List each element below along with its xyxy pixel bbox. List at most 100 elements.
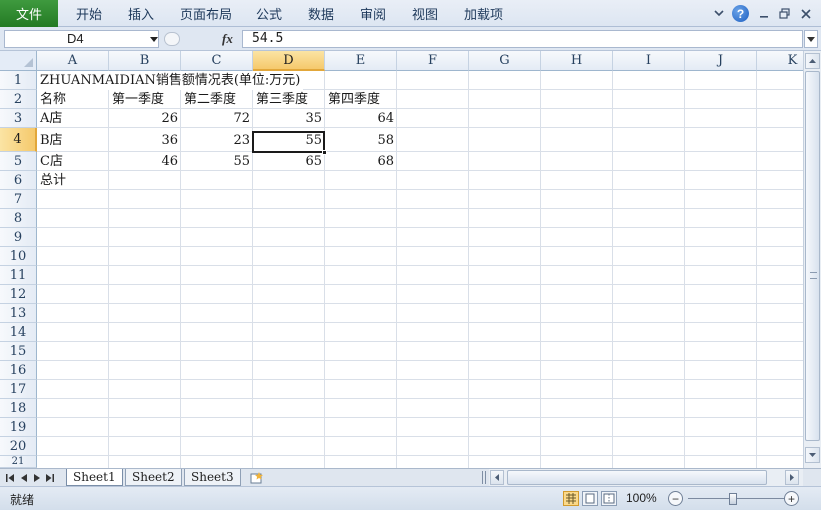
worksheet-grid[interactable]: A B C D E F G H I J K 1 2 3 4 5 6 7 8 9 … — [0, 51, 803, 468]
last-sheet-icon[interactable] — [43, 471, 56, 484]
cell-c3[interactable]: 72 — [181, 109, 253, 128]
cell-b5[interactable]: 46 — [109, 152, 181, 171]
scroll-left-arrow-icon[interactable] — [490, 470, 504, 485]
help-icon[interactable]: ? — [732, 5, 749, 22]
tab-page-layout[interactable]: 页面布局 — [180, 0, 232, 27]
tab-review[interactable]: 审阅 — [360, 0, 386, 27]
tab-insert[interactable]: 插入 — [128, 0, 154, 27]
zoom-slider-thumb[interactable] — [729, 493, 737, 505]
zoom-in-icon[interactable]: + — [784, 491, 799, 506]
row-header-9[interactable]: 9 — [0, 228, 37, 247]
cell-b2[interactable]: 第一季度 — [109, 90, 181, 109]
row-header-11[interactable]: 11 — [0, 266, 37, 285]
scroll-up-arrow-icon[interactable] — [805, 53, 820, 69]
row-header-18[interactable]: 18 — [0, 399, 37, 418]
cell-b4[interactable]: 36 — [109, 131, 181, 150]
column-header-k[interactable]: K — [757, 51, 803, 71]
fill-handle[interactable] — [322, 150, 327, 155]
row-header-8[interactable]: 8 — [0, 209, 37, 228]
next-sheet-icon[interactable] — [30, 471, 43, 484]
row-header-12[interactable]: 12 — [0, 285, 37, 304]
cell-c5[interactable]: 55 — [181, 152, 253, 171]
name-box[interactable]: D4 — [4, 30, 159, 48]
cell-a4[interactable]: B店 — [37, 131, 109, 150]
horizontal-scrollbar[interactable] — [489, 469, 803, 486]
insert-sheet-icon[interactable] — [248, 470, 266, 485]
tab-data[interactable]: 数据 — [308, 0, 334, 27]
window-restore-icon[interactable] — [777, 5, 791, 22]
cell-a3[interactable]: A店 — [37, 109, 109, 128]
normal-view-icon[interactable] — [563, 491, 579, 506]
active-cell-selection[interactable] — [252, 131, 327, 155]
row-header-13[interactable]: 13 — [0, 304, 37, 323]
vertical-scrollbar[interactable] — [803, 51, 821, 468]
column-header-h[interactable]: H — [541, 51, 613, 71]
row-header-7[interactable]: 7 — [0, 190, 37, 209]
tab-split-handle[interactable] — [482, 471, 486, 484]
row-header-3[interactable]: 3 — [0, 109, 37, 128]
row-header-16[interactable]: 16 — [0, 361, 37, 380]
tab-formulas[interactable]: 公式 — [256, 0, 282, 27]
tab-home[interactable]: 开始 — [76, 0, 102, 27]
cell-a5[interactable]: C店 — [37, 152, 109, 171]
sheet-tab-sheet1[interactable]: Sheet1 — [66, 469, 123, 486]
cell-c4[interactable]: 23 — [181, 131, 253, 150]
cell-d5[interactable]: 65 — [253, 152, 325, 171]
column-header-c[interactable]: C — [181, 51, 253, 71]
column-header-j[interactable]: J — [685, 51, 757, 71]
column-header-i[interactable]: I — [613, 51, 685, 71]
row-header-14[interactable]: 14 — [0, 323, 37, 342]
cell-a6[interactable]: 总计 — [37, 171, 109, 190]
zoom-out-icon[interactable]: − — [668, 491, 683, 506]
cell-d2[interactable]: 第三季度 — [253, 90, 325, 109]
row-header-4[interactable]: 4 — [0, 128, 37, 152]
expand-formula-bar-icon[interactable] — [804, 30, 818, 48]
prev-sheet-icon[interactable] — [17, 471, 30, 484]
sheet-tab-sheet3[interactable]: Sheet3 — [184, 469, 241, 486]
cell-a1-title[interactable]: ZHUANMAIDIAN销售额情况表(单位:万元) — [37, 71, 304, 90]
page-break-preview-icon[interactable] — [601, 491, 617, 506]
horizontal-scroll-thumb[interactable] — [507, 470, 767, 485]
row-header-21[interactable]: 21 — [0, 456, 37, 468]
insert-function-icon[interactable]: fx — [222, 31, 233, 47]
name-box-dropdown-icon[interactable] — [150, 37, 158, 42]
cell-d3[interactable]: 35 — [253, 109, 325, 128]
cell-e3[interactable]: 64 — [325, 109, 397, 128]
window-minimize-icon[interactable] — [757, 5, 771, 22]
zoom-level[interactable]: 100% — [626, 491, 657, 505]
cell-e5[interactable]: 68 — [325, 152, 397, 171]
cell-a2[interactable]: 名称 — [37, 90, 109, 109]
page-layout-view-icon[interactable] — [582, 491, 598, 506]
row-header-2[interactable]: 2 — [0, 90, 37, 109]
tab-view[interactable]: 视图 — [412, 0, 438, 27]
first-sheet-icon[interactable] — [4, 471, 17, 484]
row-header-17[interactable]: 17 — [0, 380, 37, 399]
vertical-scroll-thumb[interactable] — [805, 71, 820, 441]
row-header-5[interactable]: 5 — [0, 152, 37, 171]
column-header-g[interactable]: G — [469, 51, 541, 71]
row-header-19[interactable]: 19 — [0, 418, 37, 437]
select-all-corner[interactable] — [0, 51, 37, 71]
row-header-15[interactable]: 15 — [0, 342, 37, 361]
row-header-1[interactable]: 1 — [0, 71, 37, 90]
column-header-a[interactable]: A — [37, 51, 109, 71]
cell-e2[interactable]: 第四季度 — [325, 90, 397, 109]
column-header-d[interactable]: D — [253, 51, 325, 71]
file-tab[interactable]: 文件 — [0, 0, 58, 27]
row-header-10[interactable]: 10 — [0, 247, 37, 266]
row-header-6[interactable]: 6 — [0, 171, 37, 190]
tab-add-ins[interactable]: 加载项 — [464, 0, 503, 27]
column-header-b[interactable]: B — [109, 51, 181, 71]
cell-c2[interactable]: 第二季度 — [181, 90, 253, 109]
formula-input[interactable]: 54.5 — [242, 30, 803, 48]
row-header-20[interactable]: 20 — [0, 437, 37, 456]
scroll-right-arrow-icon[interactable] — [785, 470, 799, 485]
window-close-icon[interactable] — [799, 5, 813, 22]
sheet-tab-sheet2[interactable]: Sheet2 — [125, 469, 182, 486]
column-header-e[interactable]: E — [325, 51, 397, 71]
cell-b3[interactable]: 26 — [109, 109, 181, 128]
cell-e4[interactable]: 58 — [325, 131, 397, 150]
ribbon-minimize-chevron-icon[interactable] — [713, 5, 725, 22]
scroll-down-arrow-icon[interactable] — [805, 447, 820, 463]
column-header-f[interactable]: F — [397, 51, 469, 71]
